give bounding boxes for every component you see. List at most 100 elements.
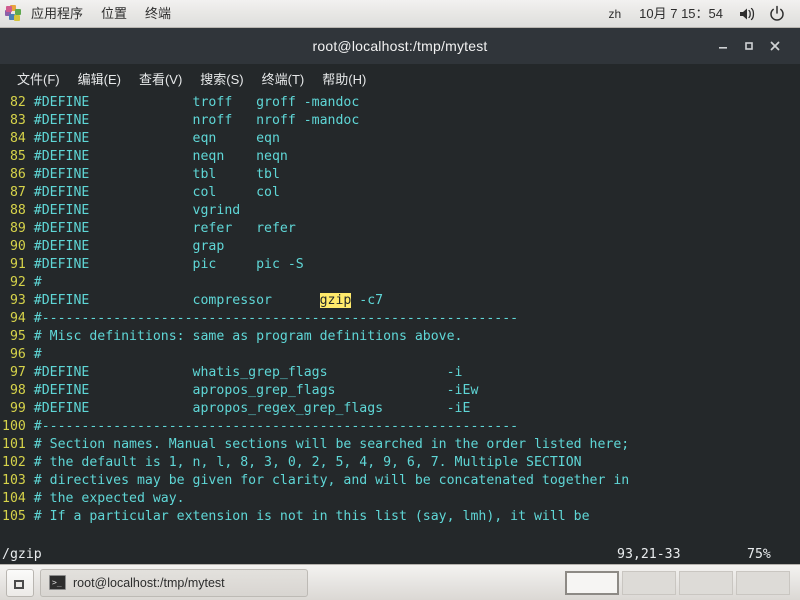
editor-line: 89 #DEFINE refer refer xyxy=(2,220,800,238)
menu-file[interactable]: 文件(F) xyxy=(8,67,69,90)
editor-status-line: /gzip 93,21-33 75% xyxy=(0,544,800,564)
clock[interactable]: 10月 7 15：54 xyxy=(630,0,732,27)
line-text: #DEFINE nroff nroff -mandoc xyxy=(33,113,360,128)
line-text: # If a particular extension is not in th… xyxy=(33,509,590,524)
desktop-screen: 应用程序 位置 终端 zh 10月 7 15：54 root@localhost… xyxy=(0,0,800,600)
panel-menu-places[interactable]: 位置 xyxy=(92,0,136,27)
editor-line: 103 # directives may be given for clarit… xyxy=(2,472,800,490)
line-number: 98 xyxy=(2,383,34,398)
line-number: 86 xyxy=(2,167,34,182)
editor-line: 94 #------------------------------------… xyxy=(2,310,800,328)
speaker-volume-icon[interactable] xyxy=(737,4,757,24)
terminal-text-area[interactable]: 82 #DEFINE troff groff -mandoc 83 #DEFIN… xyxy=(0,92,800,544)
menu-help[interactable]: 帮助(H) xyxy=(313,67,375,90)
line-text: #DEFINE grap xyxy=(33,239,225,254)
line-number: 105 xyxy=(2,509,34,524)
show-desktop-icon[interactable] xyxy=(6,568,34,597)
line-number: 101 xyxy=(2,437,34,452)
line-text: #---------------------------------------… xyxy=(33,311,519,326)
line-text: #DEFINE refer refer xyxy=(33,221,296,236)
line-number: 100 xyxy=(2,419,34,434)
editor-line: 82 #DEFINE troff groff -mandoc xyxy=(2,94,800,112)
line-number: 85 xyxy=(2,149,34,164)
top-panel: 应用程序 位置 终端 zh 10月 7 15：54 xyxy=(0,0,800,28)
line-number: 96 xyxy=(2,347,34,362)
terminal-window: root@localhost:/tmp/mytest 文件(F) 编辑(E) 查… xyxy=(0,28,800,564)
line-text: #DEFINE eqn eqn xyxy=(33,131,280,146)
line-text: # xyxy=(33,275,42,290)
line-text: # directives may be given for clarity, a… xyxy=(33,473,630,488)
menu-view[interactable]: 查看(V) xyxy=(130,67,191,90)
taskbar-window-label: root@localhost:/tmp/mytest xyxy=(73,575,225,590)
applications-pinwheel-icon[interactable] xyxy=(5,5,22,22)
window-buttons xyxy=(710,33,800,59)
editor-line: 98 #DEFINE apropos_grep_flags -iEw xyxy=(2,382,800,400)
close-icon[interactable] xyxy=(762,33,788,59)
line-text: #DEFINE apropos_grep_flags -iEw xyxy=(33,383,479,398)
menu-terminal[interactable]: 终端(T) xyxy=(253,67,314,90)
window-title: root@localhost:/tmp/mytest xyxy=(312,38,488,54)
line-number: 89 xyxy=(2,221,34,236)
line-text: # Misc definitions: same as program defi… xyxy=(33,329,463,344)
workspace-1[interactable] xyxy=(565,570,619,595)
editor-line: 90 #DEFINE grap xyxy=(2,238,800,256)
line-text: #DEFINE col col xyxy=(33,185,280,200)
line-number: 103 xyxy=(2,473,34,488)
scroll-percent: 75% xyxy=(747,546,771,562)
line-text: # Section names. Manual sections will be… xyxy=(33,437,630,452)
minimize-icon[interactable] xyxy=(710,33,736,59)
line-number: 99 xyxy=(2,401,34,416)
input-method-indicator[interactable]: zh xyxy=(599,0,630,27)
editor-line: 91 #DEFINE pic pic -S xyxy=(2,256,800,274)
line-text: #DEFINE vgrind xyxy=(33,203,241,218)
editor-line: 99 #DEFINE apropos_regex_grep_flags -iE xyxy=(2,400,800,418)
editor-line: 96 # xyxy=(2,346,800,364)
line-text: #DEFINE whatis_grep_flags -i xyxy=(33,365,463,380)
line-text: #DEFINE compressor xyxy=(33,293,320,308)
line-number: 91 xyxy=(2,257,34,272)
top-panel-right: zh 10月 7 15：54 xyxy=(599,0,800,27)
line-number: 87 xyxy=(2,185,34,200)
line-text: #DEFINE tbl tbl xyxy=(33,167,280,182)
editor-line: 92 # xyxy=(2,274,800,292)
editor-line: 87 #DEFINE col col xyxy=(2,184,800,202)
window-titlebar[interactable]: root@localhost:/tmp/mytest xyxy=(0,28,800,64)
editor-line: 104 # the expected way. xyxy=(2,490,800,508)
cursor-position: 93,21-33 xyxy=(617,546,681,562)
line-number: 92 xyxy=(2,275,34,290)
panel-menu-applications[interactable]: 应用程序 xyxy=(22,0,92,27)
terminal-icon: >_ xyxy=(49,575,66,590)
line-text: #DEFINE troff groff -mandoc xyxy=(33,95,360,110)
line-text: # the expected way. xyxy=(33,491,185,506)
editor-line: 100 #-----------------------------------… xyxy=(2,418,800,436)
editor-line: 84 #DEFINE eqn eqn xyxy=(2,130,800,148)
search-command-text: /gzip xyxy=(2,546,42,562)
editor-line: 95 # Misc definitions: same as program d… xyxy=(2,328,800,346)
terminal-menubar: 文件(F) 编辑(E) 查看(V) 搜索(S) 终端(T) 帮助(H) xyxy=(0,64,800,92)
line-text: #---------------------------------------… xyxy=(33,419,519,434)
line-number: 83 xyxy=(2,113,34,128)
line-number: 84 xyxy=(2,131,34,146)
line-number: 104 xyxy=(2,491,34,506)
line-number: 82 xyxy=(2,95,34,110)
workspace-2[interactable] xyxy=(622,570,676,595)
maximize-icon[interactable] xyxy=(736,33,762,59)
panel-menu-terminal[interactable]: 终端 xyxy=(136,0,180,27)
line-number: 90 xyxy=(2,239,34,254)
line-text: # xyxy=(33,347,42,362)
menu-edit[interactable]: 编辑(E) xyxy=(69,67,130,90)
line-number: 95 xyxy=(2,329,34,344)
editor-line: 102 # the default is 1, n, l, 8, 3, 0, 2… xyxy=(2,454,800,472)
power-icon[interactable] xyxy=(767,4,787,24)
line-number: 88 xyxy=(2,203,34,218)
line-number: 94 xyxy=(2,311,34,326)
editor-line: 101 # Section names. Manual sections wil… xyxy=(2,436,800,454)
taskbar-window-button[interactable]: >_ root@localhost:/tmp/mytest xyxy=(40,568,308,597)
workspace-3[interactable] xyxy=(679,570,733,595)
workspace-4[interactable] xyxy=(736,570,790,595)
menu-search[interactable]: 搜索(S) xyxy=(191,67,252,90)
top-panel-left: 应用程序 位置 终端 xyxy=(0,0,180,27)
line-text: # the default is 1, n, l, 8, 3, 0, 2, 5,… xyxy=(33,455,582,470)
editor-line: 97 #DEFINE whatis_grep_flags -i xyxy=(2,364,800,382)
search-match-highlight: gzip xyxy=(319,293,352,308)
